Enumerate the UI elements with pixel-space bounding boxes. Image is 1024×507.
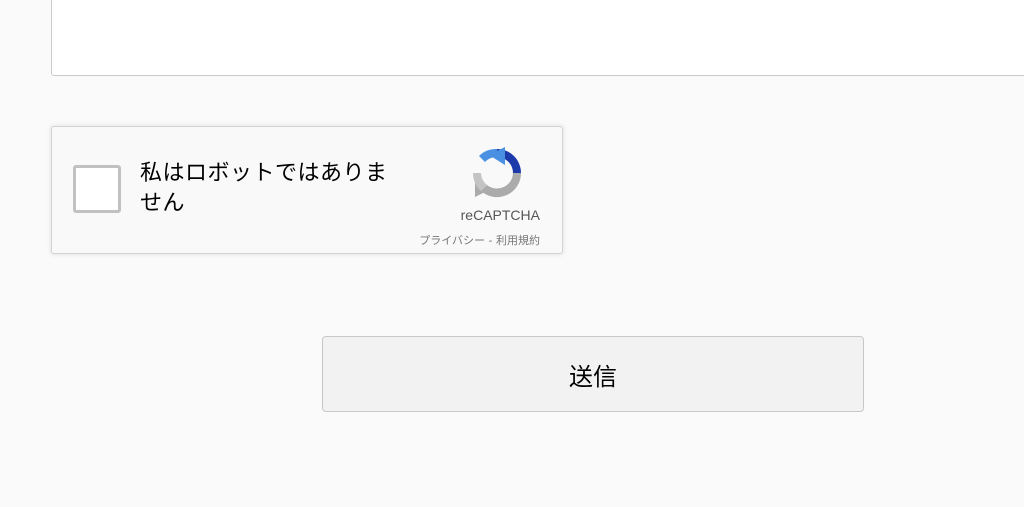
recaptcha-checkbox[interactable] — [73, 165, 121, 213]
recaptcha-terms: プライバシー - 利用規約 — [419, 232, 540, 248]
submit-button[interactable]: 送信 — [322, 336, 864, 412]
recaptcha-label: 私はロボットではありません — [140, 161, 388, 216]
recaptcha-widget: 私はロボットではありません reCAPTCHA プライバシー - 利用規約 — [51, 126, 563, 254]
privacy-link[interactable]: プライバシー — [419, 234, 485, 247]
recaptcha-brand: reCAPTCHA — [460, 207, 540, 223]
page: 私はロボットではありません reCAPTCHA プライバシー - 利用規約 送信 — [0, 0, 1024, 507]
recaptcha-logo-icon — [472, 147, 522, 198]
terms-separator: - — [485, 234, 496, 247]
terms-link[interactable]: 利用規約 — [496, 234, 540, 247]
message-textarea[interactable] — [51, 0, 1024, 76]
